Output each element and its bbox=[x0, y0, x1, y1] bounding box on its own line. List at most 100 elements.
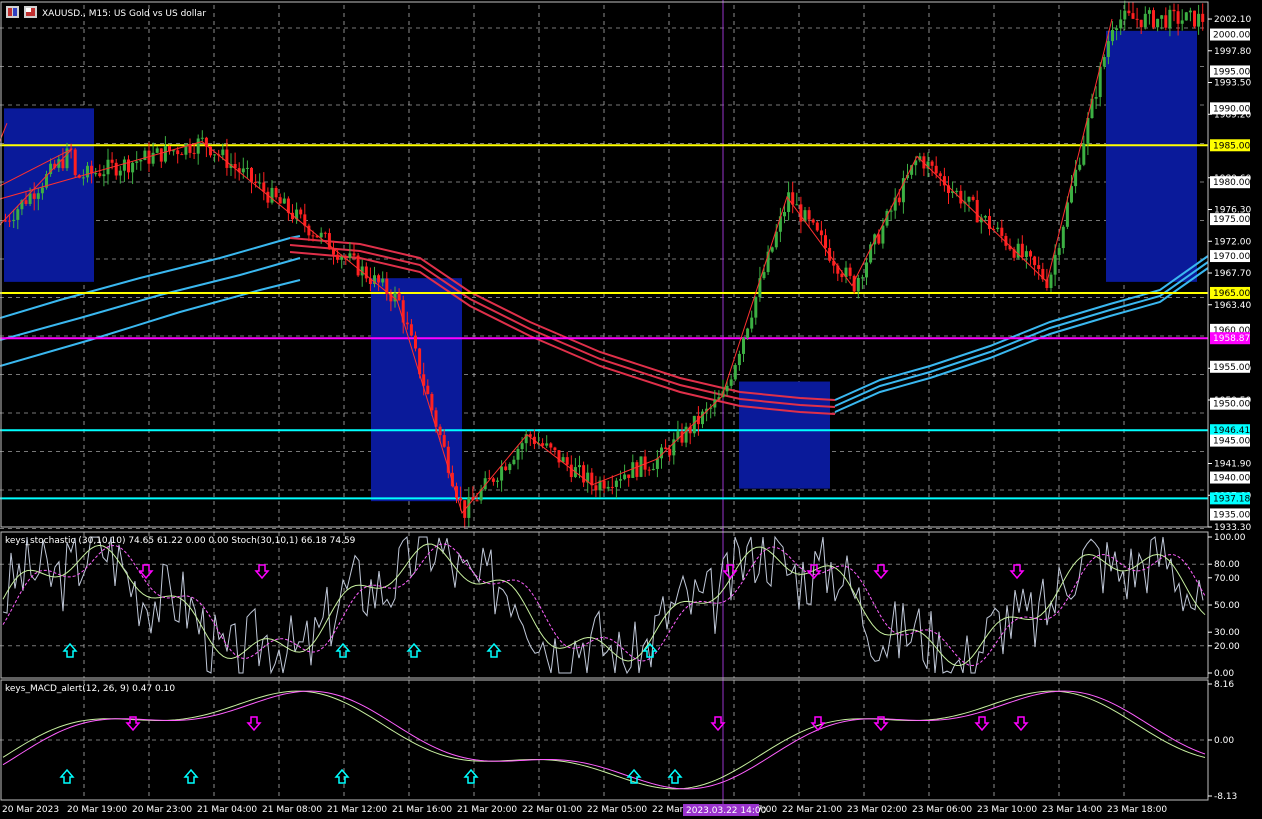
candle-body bbox=[508, 464, 512, 471]
time-label: 21 Mar 04:00 bbox=[197, 805, 257, 815]
candle-body bbox=[725, 385, 729, 392]
candle-body bbox=[151, 152, 155, 164]
candle-body bbox=[1094, 97, 1098, 99]
candle-body bbox=[377, 275, 381, 283]
candle-body bbox=[180, 154, 184, 156]
candle-body bbox=[352, 253, 356, 256]
price-tag-label: 1990.00 bbox=[1213, 104, 1250, 114]
candle-body bbox=[1197, 13, 1201, 27]
candle-body bbox=[381, 278, 385, 283]
candle-body bbox=[1057, 248, 1061, 255]
time-label: 20 Mar 19:00 bbox=[67, 805, 127, 815]
candle-body bbox=[278, 197, 282, 204]
candle-body bbox=[98, 173, 102, 177]
trading-chart[interactable]: 2002.101997.801993.501989.201980.601976.… bbox=[0, 0, 1262, 819]
candle-body bbox=[680, 431, 684, 443]
candle-body bbox=[565, 457, 569, 465]
stoch-tick-label: 80.00 bbox=[1214, 560, 1240, 570]
price-tag-label: 1945.00 bbox=[1213, 437, 1250, 447]
candle-body bbox=[655, 458, 659, 469]
candle-body bbox=[1078, 164, 1082, 170]
price-tag-label: 1935.00 bbox=[1213, 510, 1250, 520]
candle-body bbox=[1111, 29, 1114, 42]
candle-body bbox=[405, 322, 409, 325]
stoch-tick-label: 0.00 bbox=[1214, 669, 1234, 679]
candle-body bbox=[824, 235, 827, 248]
price-tag-label: 1980.00 bbox=[1213, 178, 1250, 188]
candle-body bbox=[467, 497, 471, 518]
candle-body bbox=[438, 426, 442, 436]
candle-body bbox=[86, 165, 89, 178]
candle-body bbox=[955, 190, 959, 192]
candle-body bbox=[967, 196, 971, 202]
stochastic-header: keys_stochastic (30,10,10) 74.65 61.22 0… bbox=[5, 536, 356, 546]
price-tag-label: 1965.00 bbox=[1213, 289, 1250, 299]
candle-body bbox=[1193, 10, 1196, 27]
time-label: 23 Mar 06:00 bbox=[912, 805, 972, 815]
candle-body bbox=[110, 159, 114, 163]
candle-body bbox=[815, 222, 819, 231]
candle-body bbox=[881, 225, 885, 244]
candle-body bbox=[971, 196, 975, 200]
stoch-tick-label: 70.00 bbox=[1214, 574, 1240, 584]
candle-body bbox=[40, 187, 44, 194]
time-label: 21 Mar 16:00 bbox=[392, 805, 452, 815]
candle-body bbox=[1176, 11, 1180, 24]
time-label: 21 Mar 20:00 bbox=[457, 805, 517, 815]
candle-body bbox=[1143, 13, 1147, 28]
candle-body bbox=[163, 146, 167, 162]
candle-body bbox=[311, 235, 315, 237]
candle-body bbox=[1053, 254, 1057, 275]
stoch-tick-label: 100.00 bbox=[1214, 533, 1246, 543]
candle-body bbox=[1020, 243, 1024, 258]
candle-body bbox=[32, 193, 36, 199]
candle-body bbox=[327, 233, 331, 250]
candle-body bbox=[619, 479, 622, 481]
candle-body bbox=[1135, 18, 1139, 20]
candle-body bbox=[122, 159, 126, 171]
candle-body bbox=[200, 137, 204, 139]
candle-body bbox=[176, 150, 180, 155]
candle-body bbox=[668, 449, 672, 456]
candle-body bbox=[742, 338, 745, 354]
candle-body bbox=[1131, 13, 1135, 19]
candle-body bbox=[1102, 57, 1106, 67]
candle-body bbox=[414, 335, 417, 349]
candle-body bbox=[623, 474, 627, 480]
candle-body bbox=[106, 159, 110, 175]
candle-body bbox=[254, 181, 258, 183]
candle-body bbox=[430, 393, 434, 411]
price-tick-label: 1993.50 bbox=[1214, 79, 1251, 89]
time-label: 21 Mar 08:00 bbox=[262, 805, 322, 815]
candle-body bbox=[549, 443, 553, 448]
candle-body bbox=[1127, 10, 1131, 14]
candle-body bbox=[504, 466, 508, 471]
candle-body bbox=[594, 485, 598, 491]
candle-body bbox=[770, 247, 774, 252]
candle-body bbox=[754, 297, 758, 318]
session-zone bbox=[4, 108, 94, 282]
time-label: 23 Mar 14:00 bbox=[1042, 805, 1102, 815]
candle-body bbox=[114, 162, 118, 176]
candle-body bbox=[270, 187, 274, 203]
candle-body bbox=[840, 273, 844, 278]
candle-body bbox=[635, 462, 639, 477]
stoch-tick-label: 50.00 bbox=[1214, 601, 1240, 611]
price-tick-label: 1997.80 bbox=[1214, 47, 1251, 57]
candle-body bbox=[258, 182, 262, 184]
candle-body bbox=[192, 152, 196, 154]
candle-body bbox=[1115, 28, 1119, 30]
candle-body bbox=[28, 193, 32, 204]
candle-body bbox=[442, 435, 446, 447]
candle-body bbox=[307, 225, 311, 236]
candle-body bbox=[1184, 12, 1188, 21]
candle-body bbox=[1106, 41, 1110, 58]
candle-body bbox=[975, 199, 979, 223]
candle-body bbox=[1147, 10, 1151, 14]
candle-body bbox=[627, 474, 631, 478]
candle-body bbox=[647, 469, 651, 471]
time-label: 23 Mar 10:00 bbox=[977, 805, 1037, 815]
candle-body bbox=[1033, 256, 1037, 266]
candle-body bbox=[266, 191, 270, 203]
candle-body bbox=[897, 197, 901, 203]
